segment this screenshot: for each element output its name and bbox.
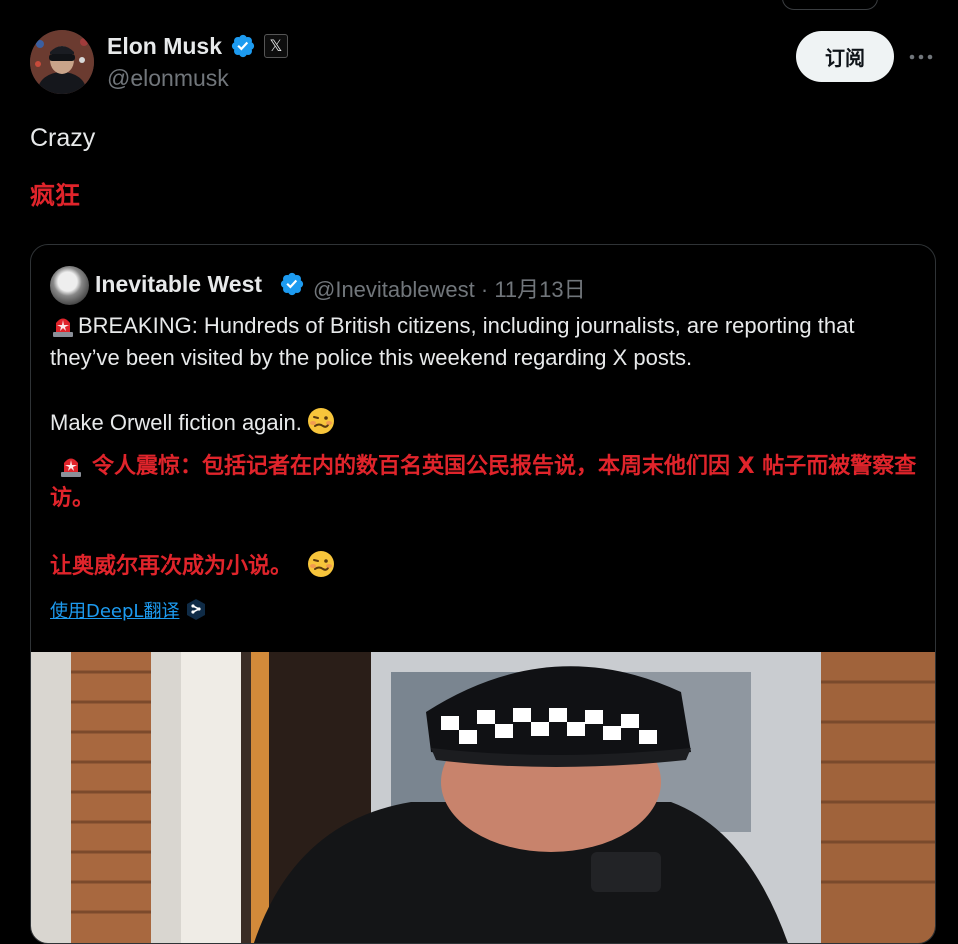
woozy-face-emoji	[307, 408, 334, 434]
quote-translation-line1: 令人震惊：包括记者在内的数百名英国公民报告说，本周末他们因 X 帖子而被警察查访…	[50, 454, 917, 511]
author-handle[interactable]: @elonmusk	[107, 65, 229, 92]
meta-separator: ·	[474, 277, 495, 302]
quoted-post[interactable]: Inevitable West @Inevitablewest · 11月13日…	[30, 244, 936, 944]
woozy-face-emoji	[308, 551, 335, 577]
quote-body-line1: BREAKING: Hundreds of British citizens, …	[50, 313, 855, 370]
quote-author-handle[interactable]: @Inevitablewest	[313, 277, 475, 302]
more-icon[interactable]	[908, 44, 934, 70]
quote-translation: 令人震惊：包括记者在内的数百名英国公民报告说，本周末他们因 X 帖子而被警察查访…	[50, 451, 920, 583]
quote-meta: @Inevitablewest · 11月13日	[313, 272, 586, 304]
subscribe-button[interactable]: 订阅	[796, 31, 894, 82]
deepl-translate-link[interactable]: 使用DeepL翻译	[50, 597, 179, 623]
police-light-emoji	[61, 458, 81, 477]
quote-body: BREAKING: Hundreds of British citizens, …	[50, 310, 920, 439]
quote-author-avatar[interactable]	[50, 266, 89, 305]
police-light-emoji	[53, 318, 73, 337]
avatar-image	[30, 30, 94, 94]
quote-date[interactable]: 11月13日	[494, 277, 585, 302]
author-name[interactable]: Elon Musk	[107, 33, 222, 60]
deepl-logo-icon[interactable]	[185, 598, 207, 622]
x-affiliate-badge: 𝕏	[264, 34, 288, 58]
author-avatar[interactable]	[30, 30, 94, 94]
post-translation: 疯狂	[30, 181, 81, 210]
quote-author-name[interactable]: Inevitable West	[95, 271, 262, 298]
quote-media-image[interactable]	[31, 652, 936, 944]
verified-badge-icon	[280, 272, 304, 296]
post-text: Crazy	[30, 124, 96, 152]
top-pill-button[interactable]	[782, 0, 878, 10]
quote-body-line2: Make Orwell fiction again.	[50, 410, 302, 435]
verified-badge-icon	[231, 34, 255, 58]
quote-translation-line2: 让奥威尔再次成为小说。	[50, 554, 293, 579]
